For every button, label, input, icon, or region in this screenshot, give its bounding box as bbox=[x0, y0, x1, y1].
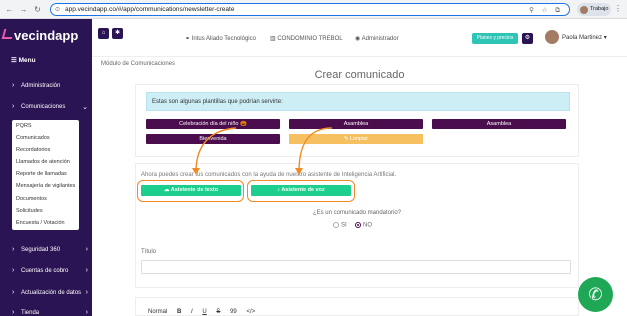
address-bar-actions[interactable]: ⚲ ☆ ⧉ bbox=[529, 6, 563, 15]
radio-no-circle[interactable] bbox=[355, 222, 361, 228]
mandatory-question: ¿Es un comunicado mandatorio? bbox=[312, 210, 402, 216]
company-label: ⚭ Intus Aliado Tecnológico bbox=[185, 35, 256, 42]
logo[interactable]: vecindapp bbox=[14, 28, 78, 43]
chevron-right-icon: › bbox=[12, 289, 15, 296]
avatar[interactable] bbox=[545, 30, 559, 44]
reload-icon[interactable]: ↻ bbox=[32, 4, 43, 15]
submenu-item[interactable]: PQRS bbox=[12, 120, 79, 132]
condo-name: CONDOMINIO TREBOL bbox=[277, 36, 343, 42]
sidebar-item-label: Administración bbox=[21, 83, 61, 89]
profile-label: Trabajo bbox=[590, 6, 609, 12]
comunicaciones-submenu: PQRS Comunicados Recordatorios Llamados … bbox=[12, 120, 79, 230]
submenu-item[interactable]: Reporte de llamadas bbox=[12, 168, 79, 180]
chevron-right-icon: › bbox=[85, 289, 88, 296]
ai-assistant-text: Ahora puedes crear tus comunicados con l… bbox=[141, 172, 397, 178]
top-bar: ⌂ ✱ ⚭ Intus Aliado Tecnológico ▥ CONDOMI… bbox=[92, 19, 627, 57]
chevron-right-icon: › bbox=[12, 267, 15, 274]
chevron-right-icon: › bbox=[12, 82, 15, 89]
template-button-asamblea-2[interactable]: Asamblea bbox=[432, 119, 566, 129]
bold-button[interactable]: B bbox=[177, 309, 181, 315]
profile-avatar bbox=[580, 5, 588, 14]
browser-menu-icon[interactable]: ⋮ bbox=[614, 4, 622, 13]
page-title: Crear comunicado bbox=[314, 69, 405, 81]
submenu-item[interactable]: Encuesta / Votación bbox=[12, 217, 79, 229]
profile-chip[interactable]: Trabajo bbox=[577, 3, 611, 16]
site-info-icon[interactable]: ⊙ bbox=[55, 6, 60, 13]
url-text: app.vecindapp.co/#/app/communications/ne… bbox=[65, 6, 235, 13]
radio-no[interactable]: NO bbox=[355, 222, 372, 229]
sidebar-item-label: Tienda bbox=[21, 310, 40, 316]
chevron-right-icon: › bbox=[12, 309, 15, 316]
title-input[interactable] bbox=[141, 260, 571, 274]
template-button-bienvenida[interactable]: Bienvenida bbox=[146, 134, 280, 144]
handshake-icon: ⚭ bbox=[185, 36, 191, 42]
italic-button[interactable]: I bbox=[191, 309, 193, 315]
breadcrumb: Módulo de Comunicaciones bbox=[101, 61, 176, 67]
sidebar-item-label: Actualización de datos bbox=[21, 290, 82, 296]
chevron-right-icon: › bbox=[85, 309, 88, 316]
highlight-ring-voice bbox=[247, 180, 355, 202]
template-button-dia-nino[interactable]: Celebración día del niño 🎃 bbox=[146, 119, 280, 129]
strike-button[interactable]: S bbox=[216, 309, 220, 315]
title-label: Título bbox=[141, 249, 157, 255]
submenu-item[interactable]: Documentos bbox=[12, 193, 79, 205]
quote-button[interactable]: 99 bbox=[230, 309, 237, 315]
menu-toggle[interactable]: ☰ Menu bbox=[11, 56, 36, 64]
radio-si-label: SI bbox=[341, 222, 347, 229]
whatsapp-icon[interactable]: ✆ bbox=[578, 277, 613, 312]
chevron-right-icon: › bbox=[12, 246, 15, 253]
radio-si[interactable]: SI bbox=[333, 222, 347, 229]
sidebar-item-label: Seguridad 360 bbox=[21, 247, 61, 253]
address-bar[interactable]: ⊙ app.vecindapp.co/#/app/communications/… bbox=[50, 3, 570, 16]
radio-si-circle[interactable] bbox=[333, 222, 339, 228]
role-label: ◉ Administrador bbox=[355, 35, 399, 42]
chevron-right-icon: › bbox=[85, 246, 88, 253]
user-name: Paola Martinez bbox=[562, 35, 603, 41]
forward-icon[interactable]: → bbox=[18, 4, 29, 15]
user-menu[interactable]: Paola Martinez ▾ bbox=[562, 34, 607, 41]
user-icon: ◉ bbox=[355, 36, 361, 42]
plans-button[interactable]: Planes y precios bbox=[472, 33, 518, 44]
templates-info: Estas son algunas plantillas que podrían… bbox=[146, 92, 570, 111]
template-button-asamblea[interactable]: Asamblea bbox=[289, 119, 423, 129]
role-name: Administrador bbox=[361, 36, 399, 42]
chevron-down-icon: ⌄ bbox=[82, 104, 88, 111]
style-select[interactable]: Normal bbox=[148, 309, 167, 315]
logo-icon bbox=[1, 29, 15, 39]
gear-icon[interactable]: ⚙ bbox=[522, 33, 533, 44]
editor-toolbar: Normal B I U S 99 </> bbox=[148, 309, 263, 315]
chevron-right-icon: › bbox=[12, 103, 15, 110]
clear-button[interactable]: ✎ Limpiar bbox=[289, 134, 423, 144]
submenu-item[interactable]: Solicitudes bbox=[12, 205, 79, 217]
sidebar-item-label: Comunicaciones bbox=[21, 104, 66, 110]
submenu-item[interactable]: Llamados de atención bbox=[12, 156, 79, 168]
submenu-item[interactable]: Mensajería de vigilantes bbox=[12, 180, 79, 192]
building-icon: ▥ bbox=[270, 36, 276, 42]
condo-label: ▥ CONDOMINIO TREBOL bbox=[270, 35, 343, 42]
hamburger-icon: ☰ bbox=[11, 57, 17, 64]
highlight-ring-text bbox=[137, 180, 244, 202]
code-button[interactable]: </> bbox=[246, 309, 255, 315]
submenu-item[interactable]: Comunicados bbox=[12, 132, 79, 144]
radio-no-label: NO bbox=[363, 222, 372, 229]
sidebar-item-label: Cuentas de cobro bbox=[21, 268, 69, 274]
settings-button[interactable]: ✱ bbox=[112, 28, 123, 39]
underline-button[interactable]: U bbox=[202, 309, 206, 315]
browser-chrome: ← → ↻ ⊙ app.vecindapp.co/#/app/communica… bbox=[0, 0, 627, 19]
clear-label: Limpiar bbox=[350, 136, 369, 142]
chevron-right-icon: › bbox=[85, 267, 88, 274]
home-button[interactable]: ⌂ bbox=[98, 28, 109, 39]
eraser-icon: ✎ bbox=[343, 136, 349, 142]
back-icon[interactable]: ← bbox=[4, 4, 15, 15]
caret-down-icon: ▾ bbox=[603, 35, 607, 41]
company-name: Intus Aliado Tecnológico bbox=[191, 36, 256, 42]
menu-label: Menu bbox=[18, 57, 36, 64]
submenu-item[interactable]: Recordatorios bbox=[12, 144, 79, 156]
